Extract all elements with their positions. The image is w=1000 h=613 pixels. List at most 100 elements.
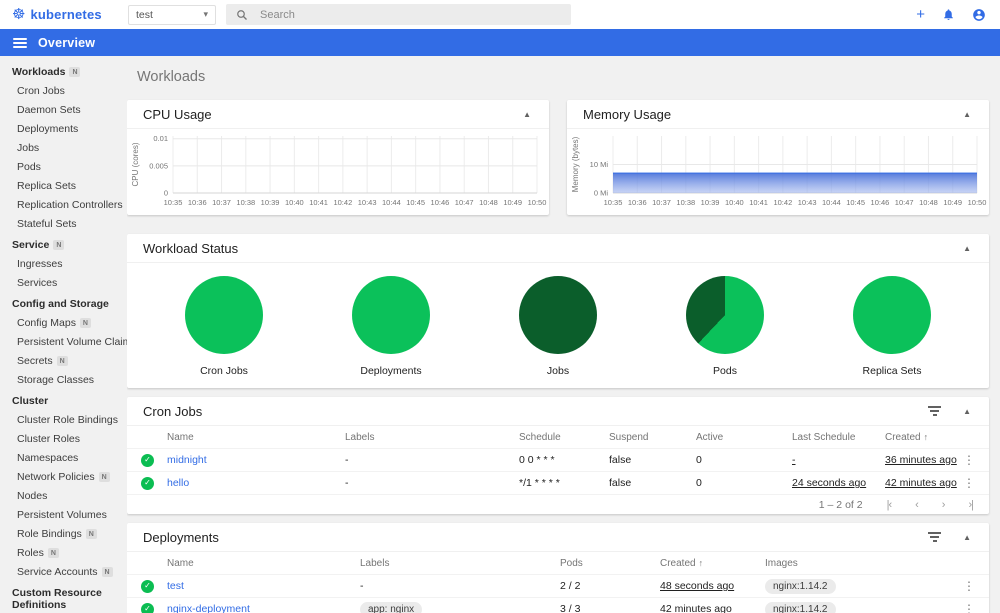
column-header-created[interactable]: Created ↑ (885, 432, 963, 443)
sidebar-item-config-maps[interactable]: Config Maps N (0, 314, 127, 333)
svg-text:CPU (cores): CPU (cores) (131, 142, 140, 186)
namespace-selector[interactable]: test ▾ (128, 4, 216, 25)
deployment-labels-chip: app: nginx (360, 601, 423, 613)
svg-text:10:49: 10:49 (943, 198, 962, 207)
kubernetes-logo[interactable]: ☸ kubernetes (12, 7, 114, 22)
filter-icon[interactable] (928, 530, 942, 545)
svg-text:10:48: 10:48 (479, 198, 498, 207)
sidebar-item-label: Config Maps (17, 317, 76, 329)
deployment-name-link[interactable]: test (167, 580, 184, 592)
sidebar-item-namespaces[interactable]: Namespaces (0, 449, 127, 468)
deployment-name-link[interactable]: nginx-deployment (167, 603, 250, 613)
workload-pie-replica-sets: Replica Sets (822, 276, 962, 377)
sidebar-item-stateful-sets[interactable]: Stateful Sets (0, 215, 127, 234)
row-actions-kebab-icon[interactable]: ⋮ (963, 453, 975, 467)
cron-job-row: ✓ hello - */1 * * * * false 0 24 seconds… (127, 471, 989, 494)
sidebar-item-label: Namespaces (17, 452, 79, 464)
app-bar: Overview (0, 29, 1000, 56)
collapse-card-icon[interactable]: ▲ (961, 405, 973, 418)
svg-text:10:39: 10:39 (701, 198, 720, 207)
previous-page-icon[interactable]: ‹ (915, 499, 919, 511)
sidebar-item-cluster-role-bindings[interactable]: Cluster Role Bindings (0, 411, 127, 430)
search-box[interactable] (226, 4, 571, 25)
column-header-labels[interactable]: Labels (360, 558, 560, 569)
row-actions-kebab-icon[interactable]: ⋮ (963, 579, 975, 593)
column-header-labels[interactable]: Labels (345, 432, 519, 443)
sidebar-nav: Workloads N Cron Jobs Daemon Sets Deployment… (0, 56, 127, 613)
search-input[interactable] (260, 8, 561, 21)
sidebar-item-replication-controllers[interactable]: Replication Controllers (0, 196, 127, 215)
sidebar-section-custom-resource-definitions[interactable]: Custom Resource Definitions (0, 582, 127, 613)
collapse-card-icon[interactable]: ▲ (961, 108, 973, 121)
cron-job-labels: - (345, 454, 349, 466)
svg-text:10:35: 10:35 (164, 198, 183, 207)
sidebar-item-storage-classes[interactable]: Storage Classes (0, 371, 127, 390)
sidebar-item-deployments[interactable]: Deployments (0, 120, 127, 139)
workload-status-card: Workload Status ▲ Cron Jobs Deployments Jo… (127, 234, 989, 388)
next-page-icon[interactable]: › (942, 499, 946, 511)
sidebar-item-nodes[interactable]: Nodes (0, 487, 127, 506)
sidebar-item-pods[interactable]: Pods (0, 158, 127, 177)
column-header-name[interactable]: Name (167, 558, 360, 569)
sidebar-item-roles[interactable]: Roles N (0, 544, 127, 563)
sidebar-item-network-policies[interactable]: Network Policies N (0, 468, 127, 487)
column-header-created[interactable]: Created ↑ (660, 558, 765, 569)
create-resource-button[interactable]: + (916, 7, 925, 22)
sidebar-item-label: Jobs (17, 142, 40, 154)
sidebar-item-persistent-volume-claims[interactable]: Persistent Volume ClaimsN (0, 333, 127, 352)
sidebar-item-jobs[interactable]: Jobs (0, 139, 127, 158)
sidebar-item-replica-sets[interactable]: Replica Sets (0, 177, 127, 196)
namespaced-badge: N (53, 240, 65, 250)
search-icon (237, 9, 247, 20)
row-actions-kebab-icon[interactable]: ⋮ (963, 476, 975, 490)
sidebar-item-service-accounts[interactable]: Service Accounts N (0, 563, 127, 582)
sidebar-item-role-bindings[interactable]: Role Bindings N (0, 525, 127, 544)
notifications-bell-icon[interactable] (942, 8, 955, 21)
sidebar-section-label: Workloads (12, 66, 66, 78)
column-header-schedule[interactable]: Schedule (519, 432, 609, 443)
menu-hamburger-icon[interactable] (13, 36, 27, 50)
sort-asc-icon: ↑ (923, 432, 929, 442)
last-page-icon[interactable]: ›| (968, 499, 973, 511)
sidebar-section-service[interactable]: Service N (0, 234, 127, 255)
filter-icon[interactable] (928, 404, 942, 419)
sidebar-item-persistent-volumes[interactable]: Persistent Volumes (0, 506, 127, 525)
column-header-pods[interactable]: Pods (560, 558, 660, 569)
svg-text:10:44: 10:44 (382, 198, 401, 207)
cron-job-name-link[interactable]: hello (167, 477, 189, 489)
sidebar-section-config-and-storage[interactable]: Config and Storage (0, 293, 127, 314)
sidebar-section-workloads[interactable]: Workloads N (0, 61, 127, 82)
svg-text:0.005: 0.005 (149, 161, 168, 170)
cron-job-name-link[interactable]: midnight (167, 454, 207, 466)
cron-jobs-title: Cron Jobs (143, 403, 203, 419)
column-header-name[interactable]: Name (167, 432, 345, 443)
workload-pie-pods: Pods (655, 276, 795, 377)
sidebar-item-label: Network Policies (17, 471, 95, 483)
memory-usage-card: Memory Usage ▲ 10:35 10:36 10:37 10:38 10:39… (567, 100, 989, 215)
row-actions-kebab-icon[interactable]: ⋮ (963, 602, 975, 613)
sidebar-item-daemon-sets[interactable]: Daemon Sets (0, 101, 127, 120)
column-header-images[interactable]: Images (765, 558, 963, 569)
collapse-card-icon[interactable]: ▲ (521, 108, 533, 121)
sidebar-item-secrets[interactable]: Secrets N (0, 352, 127, 371)
pie-chart-label: Replica Sets (862, 365, 922, 377)
svg-text:10:50: 10:50 (528, 198, 547, 207)
column-header-last-schedule[interactable]: Last Schedule (792, 432, 885, 443)
column-header-suspend[interactable]: Suspend (609, 432, 696, 443)
collapse-card-icon[interactable]: ▲ (961, 242, 973, 255)
deployment-created: 48 seconds ago (660, 580, 735, 592)
namespaced-badge: N (47, 548, 59, 558)
svg-text:10:47: 10:47 (895, 198, 914, 207)
sidebar-item-label: Cron Jobs (17, 85, 65, 97)
sidebar-item-services[interactable]: Services (0, 274, 127, 293)
sidebar-item-cron-jobs[interactable]: Cron Jobs (0, 82, 127, 101)
sidebar-section-cluster[interactable]: Cluster (0, 390, 127, 411)
pie-chart-label: Deployments (360, 365, 422, 377)
collapse-card-icon[interactable]: ▲ (961, 531, 973, 544)
sidebar-item-ingresses[interactable]: Ingresses (0, 255, 127, 274)
sidebar-item-label: Stateful Sets (17, 218, 77, 230)
first-page-icon[interactable]: |‹ (887, 499, 892, 511)
user-account-icon[interactable] (972, 8, 986, 22)
sidebar-item-cluster-roles[interactable]: Cluster Roles (0, 430, 127, 449)
column-header-active[interactable]: Active (696, 432, 792, 443)
